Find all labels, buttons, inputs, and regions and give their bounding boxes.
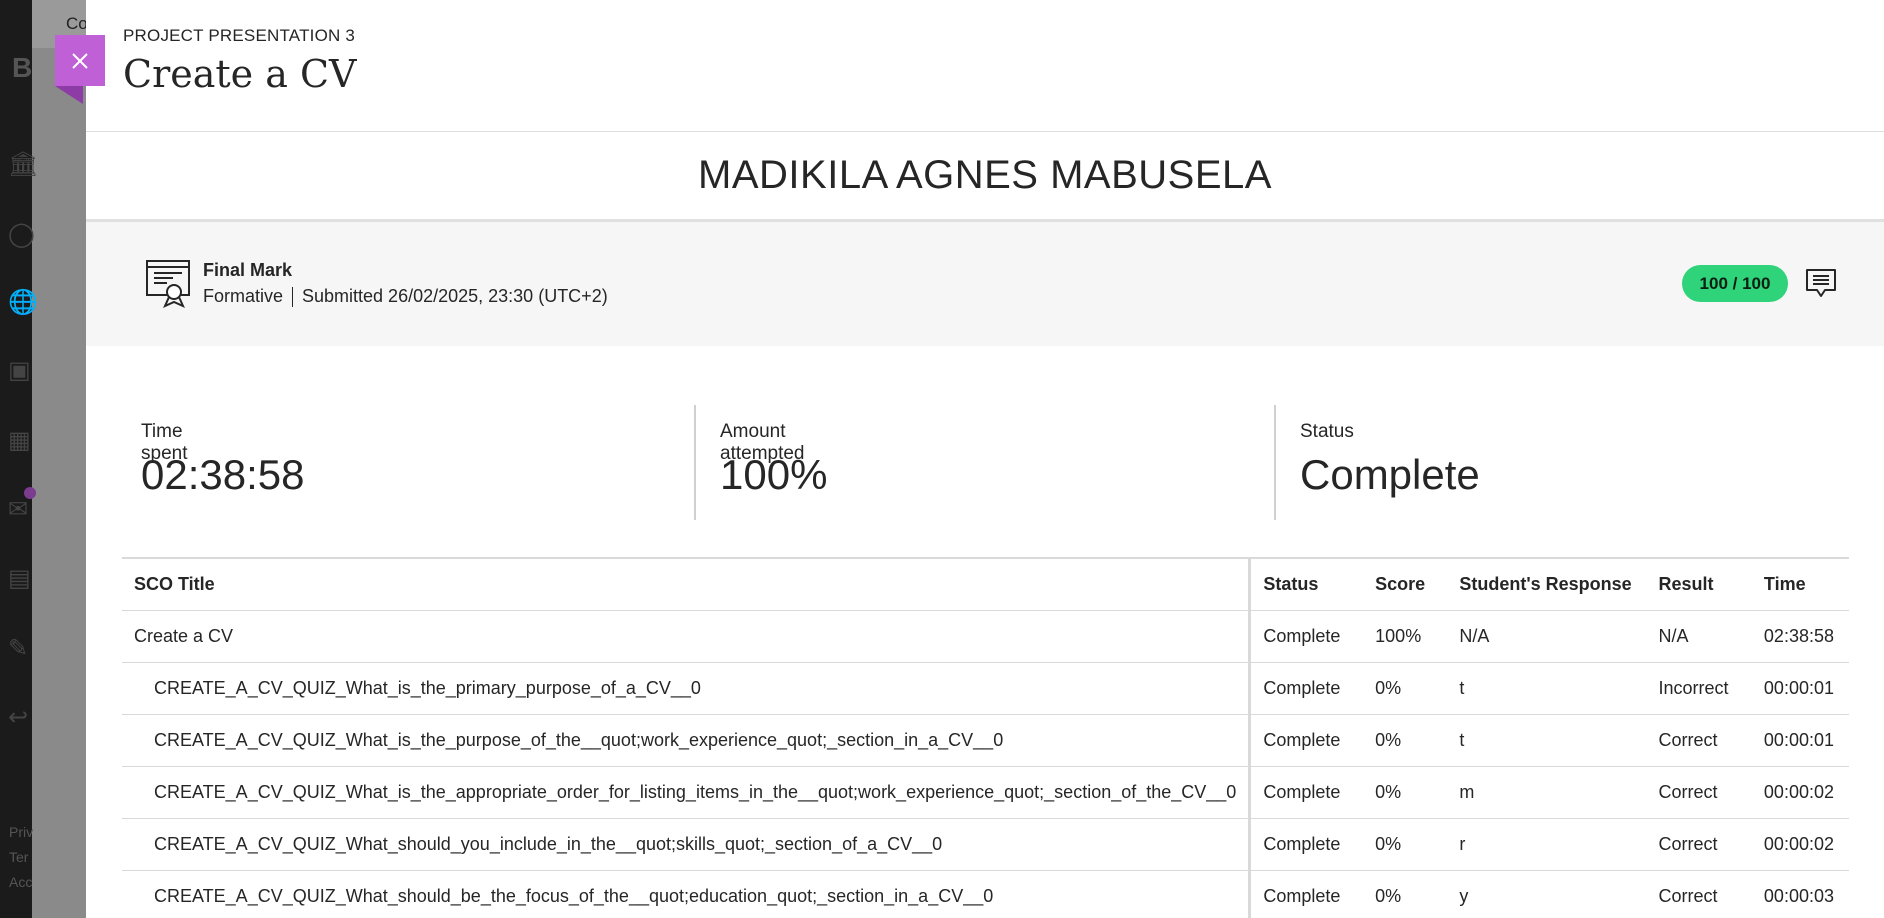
background-sidebar	[0, 0, 32, 918]
stat-value: 02:38:58	[141, 451, 305, 498]
sco-status: Complete	[1249, 766, 1364, 819]
sco-time: 00:00:02	[1751, 818, 1849, 871]
sco-results-table: SCO Title Status Score Student's Respons…	[122, 557, 1849, 918]
background-content	[32, 0, 86, 918]
sco-status: Complete	[1249, 818, 1364, 871]
student-header: MADIKILA AGNES MABUSELA	[86, 132, 1884, 222]
sco-time: 02:38:58	[1751, 610, 1849, 663]
background-header-text: Co	[66, 14, 88, 33]
sco-response: y	[1447, 870, 1647, 918]
grade-details: Formative Submitted 26/02/2025, 23:30 (U…	[203, 286, 608, 307]
sco-score: 100%	[1363, 610, 1448, 663]
sco-response: m	[1447, 766, 1647, 819]
profile-icon: ◯	[8, 221, 35, 248]
globe-icon: 🌐	[8, 289, 38, 316]
table-row: CREATE_A_CV_QUIZ_What_is_the_appropriate…	[122, 766, 1849, 819]
sco-response: t	[1447, 662, 1647, 715]
attempt-stats: Time spent 02:38:58 Amount attempted 100…	[86, 405, 1884, 520]
student-name: MADIKILA AGNES MABUSELA	[698, 153, 1272, 197]
sco-title: CREATE_A_CV_QUIZ_What_is_the_purpose_of_…	[122, 714, 1252, 767]
sco-time: 00:00:01	[1751, 662, 1849, 715]
table-row: CREATE_A_CV_QUIZ_What_is_the_primary_pur…	[122, 662, 1849, 715]
sco-status: Complete	[1249, 870, 1364, 918]
background-footer-terms: Ter	[9, 849, 29, 865]
stat-value: 100%	[720, 451, 828, 498]
courses-icon: ▣	[8, 357, 31, 384]
column-header-response: Student's Response	[1447, 558, 1647, 611]
sco-score: 0%	[1363, 818, 1448, 871]
sco-title: Create a CV	[122, 610, 1252, 663]
grade-title: Final Mark	[203, 260, 293, 280]
sco-title: CREATE_A_CV_QUIZ_What_should_be_the_focu…	[122, 870, 1252, 918]
submission-date: Submitted 26/02/2025, 23:30 (UTC+2)	[302, 286, 608, 306]
sign-out-icon: ↩	[8, 704, 29, 731]
column-header-result: Result	[1646, 558, 1752, 611]
table-header-row: SCO Title Status Score Student's Respons…	[122, 558, 1849, 611]
sco-result: Correct	[1646, 818, 1752, 871]
sco-status: Complete	[1249, 662, 1364, 715]
sco-score: 0%	[1363, 870, 1448, 918]
table-row: CREATE_A_CV_QUIZ_What_should_be_the_focu…	[122, 870, 1849, 918]
calendar-icon: ▦	[8, 427, 31, 454]
sco-status: Complete	[1249, 610, 1364, 663]
background-footer-privacy: Priv	[9, 824, 34, 840]
certificate-icon	[146, 260, 190, 308]
sco-result: Correct	[1646, 766, 1752, 819]
sco-score: 0%	[1363, 714, 1448, 767]
close-icon	[72, 52, 88, 69]
institution-icon: 🏛	[8, 151, 39, 178]
sco-status: Complete	[1249, 714, 1364, 767]
sco-score: 0%	[1363, 766, 1448, 819]
sco-result: Correct	[1646, 870, 1752, 918]
sco-result: Incorrect	[1646, 662, 1752, 715]
sco-response: r	[1447, 818, 1647, 871]
sco-result: N/A	[1646, 610, 1752, 663]
sco-time: 00:00:01	[1751, 714, 1849, 767]
stat-label: Status	[1300, 421, 1354, 442]
table-row: CREATE_A_CV_QUIZ_What_is_the_purpose_of_…	[122, 714, 1849, 767]
sco-title: CREATE_A_CV_QUIZ_What_is_the_appropriate…	[122, 766, 1252, 819]
column-header-sco-title: SCO Title	[122, 558, 1252, 611]
sco-result: Correct	[1646, 714, 1752, 767]
sco-response: t	[1447, 714, 1647, 767]
grades-icon: ▤	[8, 565, 31, 592]
notification-badge	[24, 487, 36, 499]
column-header-time: Time	[1751, 558, 1849, 611]
divider	[292, 286, 294, 307]
tools-icon: ✎	[8, 635, 29, 662]
sco-time: 00:00:02	[1751, 766, 1849, 819]
sco-response: N/A	[1447, 610, 1647, 663]
column-header-score: Score	[1363, 558, 1448, 611]
page-title: Create a CV	[123, 52, 357, 96]
close-button[interactable]	[55, 35, 105, 86]
score-badge[interactable]: 100 / 100	[1682, 265, 1788, 302]
grade-summary: Final Mark Formative Submitted 26/02/202…	[86, 222, 1884, 346]
table-row: CREATE_A_CV_QUIZ_What_should_you_include…	[122, 818, 1849, 871]
stat-divider	[694, 405, 696, 520]
feedback-icon[interactable]	[1804, 266, 1838, 300]
column-header-status: Status	[1249, 558, 1364, 611]
close-button-tab	[55, 86, 83, 104]
grade-type: Formative	[203, 286, 284, 306]
background-footer-accessibility: Acc	[9, 874, 33, 890]
messages-icon: ✉	[8, 496, 29, 523]
panel-header: PROJECT PRESENTATION 3 Create a CV	[86, 0, 1884, 132]
sco-title: CREATE_A_CV_QUIZ_What_is_the_primary_pur…	[122, 662, 1252, 715]
stat-divider	[1274, 405, 1276, 520]
table-row: Create a CV Complete 100% N/A N/A 02:38:…	[122, 610, 1849, 663]
background-logo: B	[12, 52, 33, 83]
stat-value: Complete	[1300, 451, 1480, 498]
sco-score: 0%	[1363, 662, 1448, 715]
grading-panel: PROJECT PRESENTATION 3 Create a CV MADIK…	[86, 0, 1884, 918]
sco-time: 00:00:03	[1751, 870, 1849, 918]
sco-title: CREATE_A_CV_QUIZ_What_should_you_include…	[122, 818, 1252, 871]
course-section-label: PROJECT PRESENTATION 3	[123, 26, 356, 45]
